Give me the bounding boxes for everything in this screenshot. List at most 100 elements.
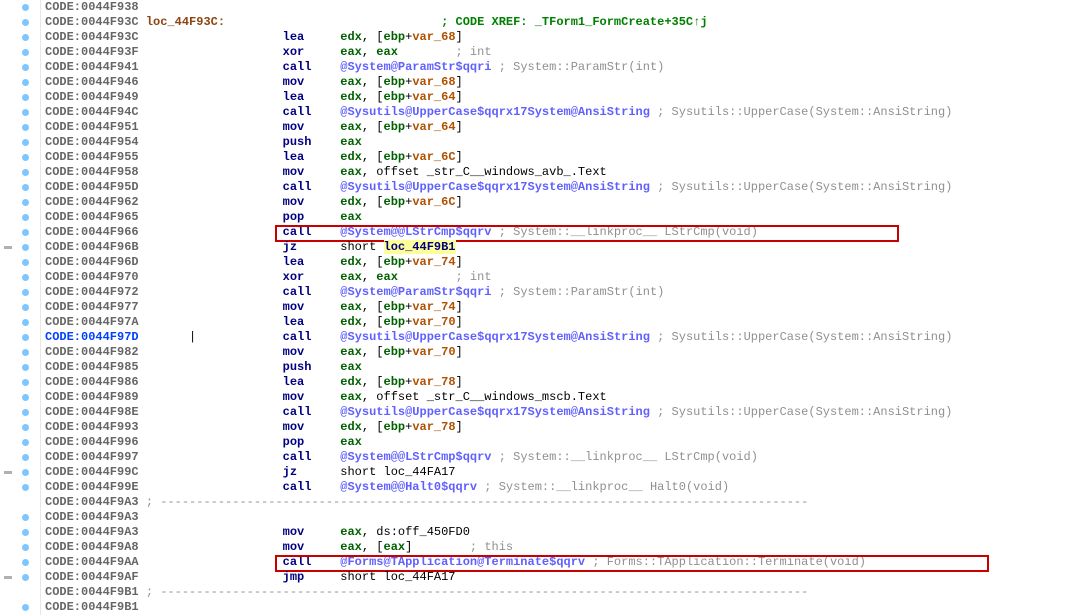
address: CODE:0044F93C	[45, 30, 139, 44]
address: CODE:0044F996	[45, 435, 139, 449]
breakpoint-dot-icon[interactable]	[22, 4, 29, 11]
breakpoint-dot-icon[interactable]	[22, 79, 29, 86]
breakpoint-dot-icon[interactable]	[22, 184, 29, 191]
disasm-line[interactable]: CODE:0044F951 mov eax, [ebp+var_64]	[45, 120, 1083, 135]
breakpoint-dot-icon[interactable]	[22, 49, 29, 56]
mnemonic: lea	[283, 315, 305, 329]
mnemonic: lea	[283, 30, 305, 44]
disasm-line[interactable]: CODE:0044F97D | call @Sysutils@UpperCase…	[45, 330, 1083, 345]
disasm-line[interactable]: CODE:0044F955 lea edx, [ebp+var_6C]	[45, 150, 1083, 165]
disasm-line[interactable]: CODE:0044F972 call @System@ParamStr$qqri…	[45, 285, 1083, 300]
disasm-line[interactable]: CODE:0044F938	[45, 0, 1083, 15]
breakpoint-dot-icon[interactable]	[22, 289, 29, 296]
breakpoint-dot-icon[interactable]	[22, 559, 29, 566]
breakpoint-dot-icon[interactable]	[22, 424, 29, 431]
disasm-line[interactable]: CODE:0044F958 mov eax, offset _str_C__wi…	[45, 165, 1083, 180]
function-ref[interactable]: @Forms@TApplication@Terminate$qqrv	[340, 555, 585, 569]
disasm-line[interactable]: CODE:0044F962 mov edx, [ebp+var_6C]	[45, 195, 1083, 210]
disasm-line[interactable]: CODE:0044F93C lea edx, [ebp+var_68]	[45, 30, 1083, 45]
breakpoint-dot-icon[interactable]	[22, 439, 29, 446]
breakpoint-dot-icon[interactable]	[22, 244, 29, 251]
disasm-line[interactable]: CODE:0044F949 lea edx, [ebp+var_64]	[45, 90, 1083, 105]
function-ref[interactable]: @Sysutils@UpperCase$qqrx17System@AnsiStr…	[340, 405, 650, 419]
breakpoint-dot-icon[interactable]	[22, 574, 29, 581]
disasm-line[interactable]: CODE:0044F99E call @System@@Halt0$qqrv ;…	[45, 480, 1083, 495]
function-ref[interactable]: @System@ParamStr$qqri	[340, 285, 491, 299]
breakpoint-dot-icon[interactable]	[22, 34, 29, 41]
disasm-line[interactable]: CODE:0044F96D lea edx, [ebp+var_74]	[45, 255, 1083, 270]
disasm-line[interactable]: CODE:0044F946 mov eax, [ebp+var_68]	[45, 75, 1083, 90]
breakpoint-dot-icon[interactable]	[22, 169, 29, 176]
breakpoint-dot-icon[interactable]	[22, 259, 29, 266]
disasm-line[interactable]: CODE:0044F93F xor eax, eax ; int	[45, 45, 1083, 60]
disasm-line[interactable]: CODE:0044F9AF jmp short loc_44FA17	[45, 570, 1083, 585]
disasm-line[interactable]: CODE:0044F98E call @Sysutils@UpperCase$q…	[45, 405, 1083, 420]
disasm-line[interactable]: CODE:0044F954 push eax	[45, 135, 1083, 150]
breakpoint-dot-icon[interactable]	[22, 229, 29, 236]
function-ref[interactable]: @Sysutils@UpperCase$qqrx17System@AnsiStr…	[340, 180, 650, 194]
function-ref[interactable]: @Sysutils@UpperCase$qqrx17System@AnsiStr…	[340, 105, 650, 119]
breakpoint-dot-icon[interactable]	[22, 514, 29, 521]
breakpoint-dot-icon[interactable]	[22, 349, 29, 356]
function-ref[interactable]: @Sysutils@UpperCase$qqrx17System@AnsiStr…	[340, 330, 650, 344]
breakpoint-dot-icon[interactable]	[22, 319, 29, 326]
disasm-line[interactable]: CODE:0044F9AA call @Forms@TApplication@T…	[45, 555, 1083, 570]
disasm-line[interactable]: CODE:0044F9A3 mov eax, ds:off_450FD0	[45, 525, 1083, 540]
disasm-line[interactable]: CODE:0044F97A lea edx, [ebp+var_70]	[45, 315, 1083, 330]
disasm-line[interactable]: CODE:0044F993 mov edx, [ebp+var_78]	[45, 420, 1083, 435]
comment: ; int	[456, 270, 492, 284]
disasm-line[interactable]: CODE:0044F996 pop eax	[45, 435, 1083, 450]
disasm-line[interactable]: CODE:0044F9A3 ; ------------------------…	[45, 495, 1083, 510]
operands: edx, [ebp+var_64]	[340, 90, 462, 104]
breakpoint-dot-icon[interactable]	[22, 139, 29, 146]
disasm-line[interactable]: CODE:0044F982 mov eax, [ebp+var_70]	[45, 345, 1083, 360]
disasm-line[interactable]: CODE:0044F9A3	[45, 510, 1083, 525]
disasm-line[interactable]: CODE:0044F94C call @Sysutils@UpperCase$q…	[45, 105, 1083, 120]
breakpoint-dot-icon[interactable]	[22, 19, 29, 26]
disasm-line[interactable]: CODE:0044F966 call @System@@LStrCmp$qqrv…	[45, 225, 1083, 240]
code-area[interactable]: CODE:0044F938 CODE:0044F93C loc_44F93C: …	[41, 0, 1083, 615]
disasm-line[interactable]: CODE:0044F997 call @System@@LStrCmp$qqrv…	[45, 450, 1083, 465]
gutter-row	[0, 210, 40, 225]
breakpoint-dot-icon[interactable]	[22, 454, 29, 461]
function-ref[interactable]: @System@@LStrCmp$qqrv	[340, 225, 491, 239]
disasm-line[interactable]: CODE:0044F93C loc_44F93C: ; CODE XREF: _…	[45, 15, 1083, 30]
disasm-line[interactable]: CODE:0044F96B jz short loc_44F9B1	[45, 240, 1083, 255]
breakpoint-dot-icon[interactable]	[22, 469, 29, 476]
address: CODE:0044F9B1	[45, 585, 139, 599]
breakpoint-dot-icon[interactable]	[22, 394, 29, 401]
breakpoint-dot-icon[interactable]	[22, 604, 29, 611]
mnemonic: mov	[283, 525, 305, 539]
disasm-line[interactable]: CODE:0044F970 xor eax, eax ; int	[45, 270, 1083, 285]
function-ref[interactable]: @System@@Halt0$qqrv	[340, 480, 477, 494]
breakpoint-dot-icon[interactable]	[22, 334, 29, 341]
breakpoint-dot-icon[interactable]	[22, 64, 29, 71]
disasm-line[interactable]: CODE:0044F985 push eax	[45, 360, 1083, 375]
breakpoint-dot-icon[interactable]	[22, 109, 29, 116]
disasm-line[interactable]: CODE:0044F9B1 ; ------------------------…	[45, 585, 1083, 600]
breakpoint-dot-icon[interactable]	[22, 199, 29, 206]
disasm-line[interactable]: CODE:0044F99C jz short loc_44FA17	[45, 465, 1083, 480]
breakpoint-dot-icon[interactable]	[22, 304, 29, 311]
breakpoint-dot-icon[interactable]	[22, 364, 29, 371]
disasm-line[interactable]: CODE:0044F9A8 mov eax, [eax] ; this	[45, 540, 1083, 555]
breakpoint-dot-icon[interactable]	[22, 379, 29, 386]
breakpoint-dot-icon[interactable]	[22, 484, 29, 491]
breakpoint-dot-icon[interactable]	[22, 94, 29, 101]
breakpoint-dot-icon[interactable]	[22, 529, 29, 536]
disasm-line[interactable]: CODE:0044F989 mov eax, offset _str_C__wi…	[45, 390, 1083, 405]
breakpoint-dot-icon[interactable]	[22, 274, 29, 281]
function-ref[interactable]: @System@@LStrCmp$qqrv	[340, 450, 491, 464]
breakpoint-dot-icon[interactable]	[22, 214, 29, 221]
breakpoint-dot-icon[interactable]	[22, 544, 29, 551]
disasm-line[interactable]: CODE:0044F986 lea edx, [ebp+var_78]	[45, 375, 1083, 390]
breakpoint-dot-icon[interactable]	[22, 124, 29, 131]
breakpoint-dot-icon[interactable]	[22, 154, 29, 161]
disasm-line[interactable]: CODE:0044F941 call @System@ParamStr$qqri…	[45, 60, 1083, 75]
disasm-line[interactable]: CODE:0044F965 pop eax	[45, 210, 1083, 225]
disasm-line[interactable]: CODE:0044F9B1	[45, 600, 1083, 615]
function-ref[interactable]: @System@ParamStr$qqri	[340, 60, 491, 74]
disasm-line[interactable]: CODE:0044F95D call @Sysutils@UpperCase$q…	[45, 180, 1083, 195]
disasm-line[interactable]: CODE:0044F977 mov eax, [ebp+var_74]	[45, 300, 1083, 315]
breakpoint-dot-icon[interactable]	[22, 409, 29, 416]
